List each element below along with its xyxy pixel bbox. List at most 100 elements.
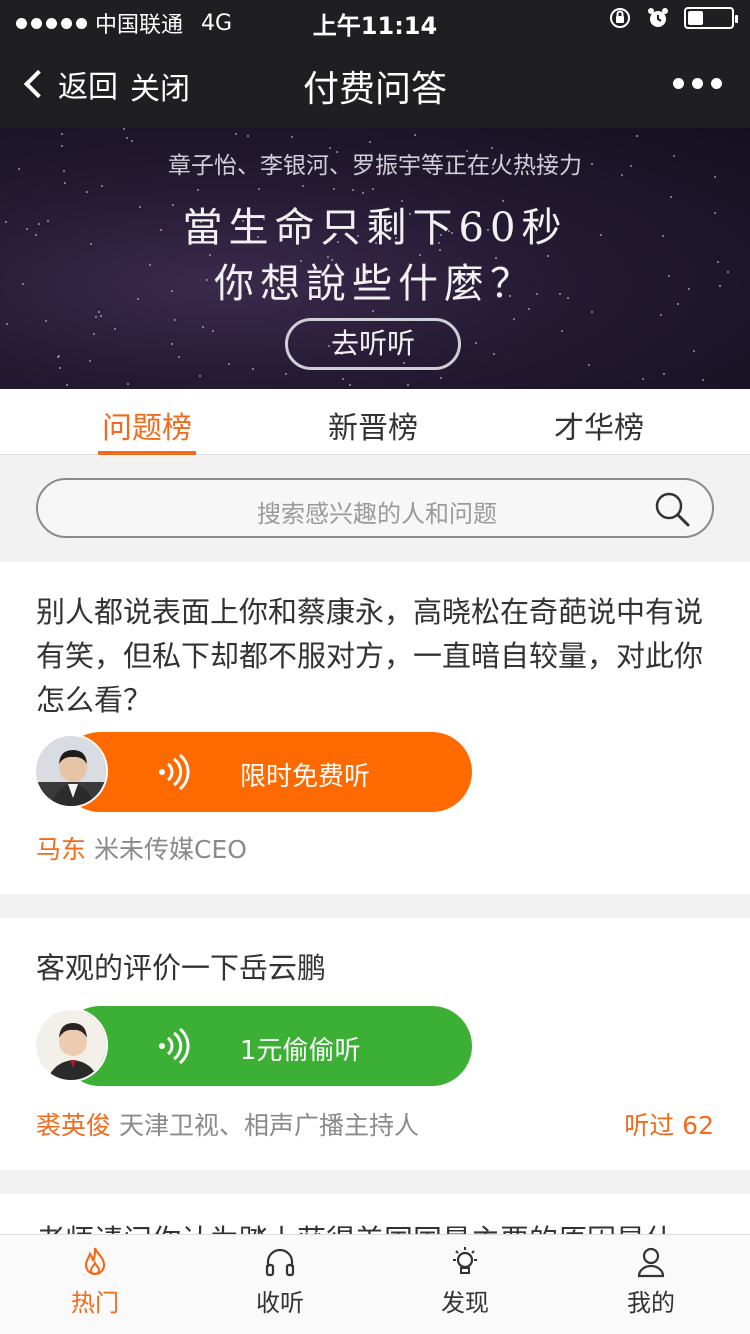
question-card[interactable]: 客观的评价一下岳云鹏 1元偷偷听 裘英俊 天津卫视、相声广播主持人 听过 62 — [0, 918, 750, 1170]
tab-listen[interactable]: 收听 — [205, 1245, 355, 1318]
tab-label: 问题榜 — [102, 411, 192, 446]
free-listen-button[interactable]: 限时免费听 — [60, 732, 472, 812]
sound-wave-icon — [159, 1028, 190, 1064]
banner-star — [89, 360, 91, 362]
tab-newcomers[interactable]: 新晋榜 — [298, 403, 448, 447]
promo-banner[interactable]: 章子怡、李银河、罗振宇等正在火热接力 當生命只剩下60秒 你想說些什麼？ 去听听 — [0, 128, 750, 389]
banner-headline: 當生命只剩下60秒 你想說些什麼？ — [0, 200, 750, 312]
banner-star — [93, 333, 95, 335]
person-icon — [637, 1247, 665, 1278]
answerer-title: 米未传媒CEO — [94, 835, 247, 864]
tab-label: 我的 — [627, 1289, 675, 1317]
banner-star — [171, 343, 173, 345]
listen-button-label: 1元偷偷听 — [240, 1036, 361, 1066]
banner-star — [702, 379, 704, 381]
banner-star — [407, 384, 409, 386]
banner-star — [247, 135, 249, 137]
tab-mine[interactable]: 我的 — [576, 1245, 726, 1318]
battery-icon — [684, 7, 738, 29]
banner-star — [199, 375, 201, 377]
more-menu-icon[interactable] — [673, 78, 722, 89]
banner-star — [636, 135, 638, 137]
banner-star — [349, 384, 351, 386]
question-text: 客观的评价一下岳云鹏 — [36, 951, 327, 985]
banner-star — [513, 318, 515, 320]
lightbulb-icon — [453, 1247, 477, 1274]
tab-label: 热门 — [71, 1289, 119, 1317]
banner-star — [414, 134, 416, 136]
search-placeholder: 搜索感兴趣的人和问题 — [257, 500, 497, 528]
active-tab-indicator — [98, 451, 196, 455]
banner-star — [64, 182, 66, 184]
search-icon[interactable] — [654, 491, 690, 527]
avatar[interactable] — [34, 1008, 108, 1082]
paid-listen-button[interactable]: 1元偷偷听 — [60, 1006, 472, 1086]
banner-star — [59, 367, 61, 369]
tab-label: 收听 — [256, 1289, 304, 1317]
banner-star — [61, 133, 63, 135]
alarm-icon — [648, 8, 668, 27]
banner-star — [642, 378, 644, 380]
banner-star — [291, 136, 293, 138]
banner-star — [663, 373, 665, 375]
banner-star — [6, 323, 8, 325]
banner-star — [693, 350, 695, 352]
banner-star — [228, 363, 230, 365]
banner-star — [333, 188, 335, 190]
answerer-name[interactable]: 裘英俊 — [36, 1111, 111, 1140]
listen-count: 听过 62 — [624, 1111, 714, 1140]
banner-star — [174, 319, 176, 321]
rotation-lock-icon — [610, 8, 630, 28]
banner-star — [58, 355, 60, 357]
banner-star — [202, 326, 204, 328]
tab-questions[interactable]: 问题榜 — [72, 403, 222, 455]
banner-star — [342, 378, 344, 380]
banner-star — [127, 383, 129, 385]
banner-star — [123, 128, 125, 130]
banner-star — [372, 188, 374, 190]
banner-star — [197, 189, 199, 191]
answerer-name[interactable]: 马东 — [36, 835, 86, 864]
tab-hot[interactable]: 热门 — [20, 1245, 170, 1318]
listen-now-button[interactable]: 去听听 — [285, 318, 461, 370]
banner-star — [588, 364, 590, 366]
banner-star — [440, 377, 442, 379]
flame-icon — [84, 1247, 106, 1276]
banner-star — [100, 315, 102, 317]
banner-star — [86, 191, 88, 193]
banner-headline-line1: 當生命只剩下60秒 — [182, 205, 568, 251]
banner-star — [660, 314, 662, 316]
bottom-tab-bar: 热门 收听 发现 我的 — [0, 1234, 750, 1334]
banner-headline-line2: 你想說些什麼？ — [214, 261, 536, 307]
question-card[interactable]: 别人都说表面上你和蔡康永，高晓松在奇葩说中有说有笑，但私下却都不服对方，一直暗自… — [0, 562, 750, 894]
banner-star — [561, 330, 563, 332]
headphones-icon — [265, 1248, 295, 1277]
tab-label: 发现 — [441, 1289, 489, 1317]
banner-star — [114, 328, 116, 330]
banner-star — [285, 373, 287, 375]
banner-star — [178, 356, 180, 358]
banner-star — [252, 368, 254, 370]
banner-star — [670, 196, 672, 198]
answerer-title: 天津卫视、相声广播主持人 — [119, 1111, 420, 1140]
banner-star — [45, 320, 47, 322]
banner-star — [235, 133, 237, 135]
question-text: 别人都说表面上你和蔡康永，高晓松在奇葩说中有说有笑，但私下却都不服对方，一直暗自… — [36, 595, 704, 717]
tab-discover[interactable]: 发现 — [390, 1245, 540, 1318]
banner-star — [131, 140, 133, 142]
banner-star — [369, 141, 371, 143]
search-area: 搜索感兴趣的人和问题 — [0, 456, 750, 562]
banner-star — [493, 353, 495, 355]
answerer-info: 裘英俊 天津卫视、相声广播主持人 — [36, 1106, 419, 1142]
tab-talents[interactable]: 才华榜 — [524, 403, 674, 447]
avatar[interactable] — [34, 734, 108, 808]
status-bar: 中国联通 4G 上午11:14 — [0, 0, 750, 40]
banner-subtitle: 章子怡、李银河、罗振宇等正在火热接力 — [168, 153, 582, 179]
page-title: 付费问答 — [302, 69, 447, 110]
ranking-tabs: 问题榜 新晋榜 才华榜 — [0, 389, 750, 455]
answerer-info: 马东 米未传媒CEO — [36, 830, 247, 866]
banner-star — [66, 384, 68, 386]
banner-star — [126, 137, 128, 139]
banner-star — [362, 192, 364, 194]
search-input[interactable]: 搜索感兴趣的人和问题 — [36, 478, 714, 538]
